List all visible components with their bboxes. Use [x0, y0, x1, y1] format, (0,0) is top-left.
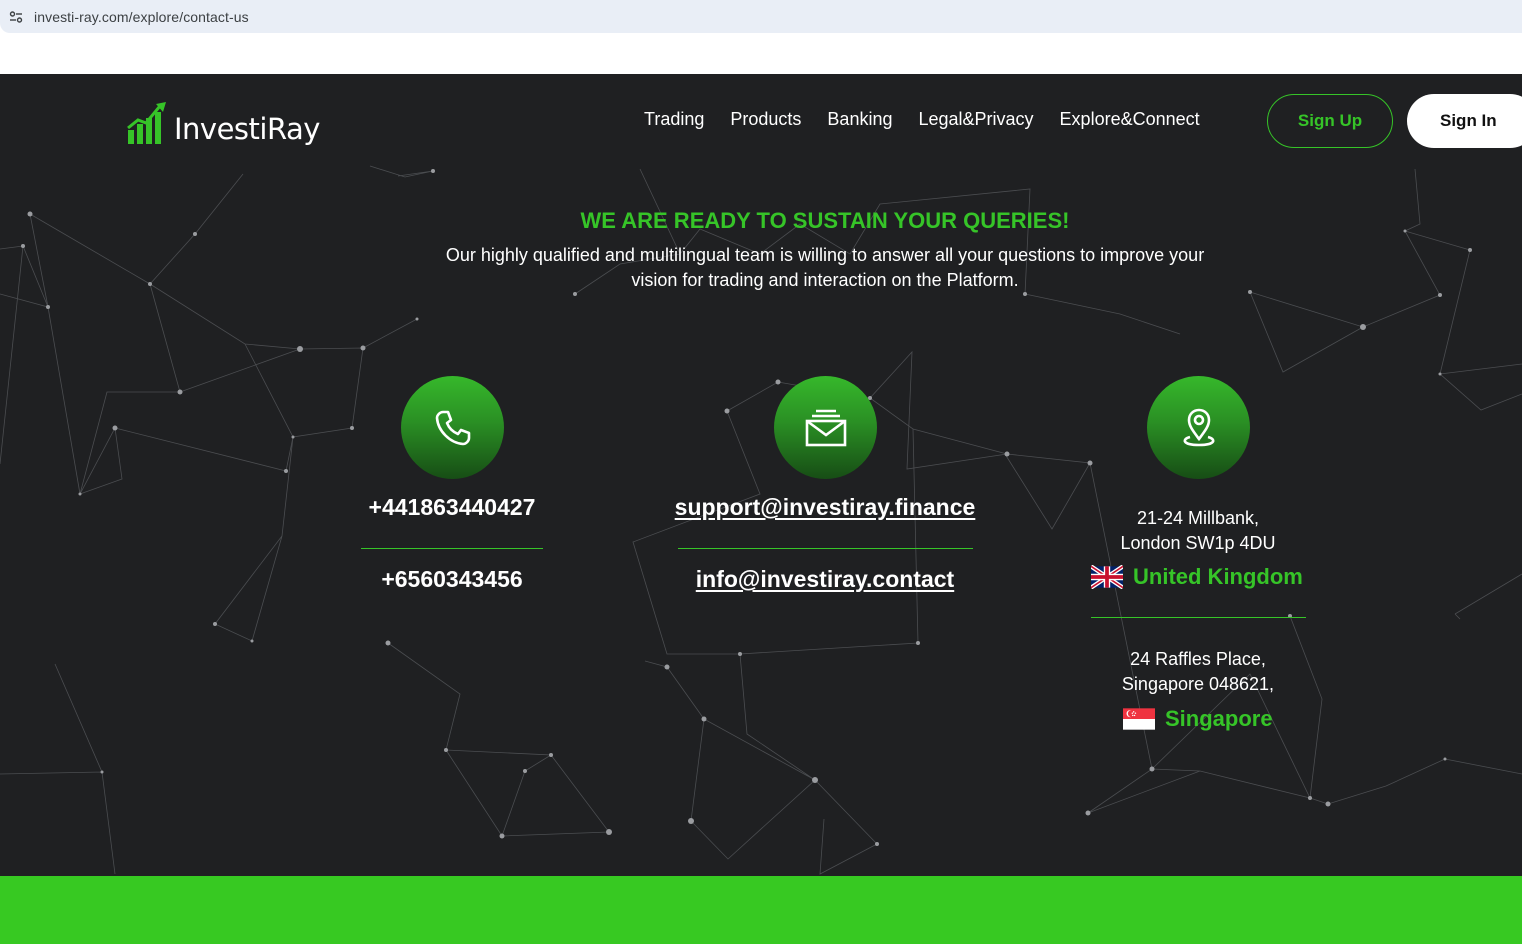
logo-chart-icon: [127, 102, 166, 144]
main-nav: Trading Products Banking Legal&Privacy E…: [644, 109, 1226, 130]
office-sg-line1: 24 Raffles Place,: [1130, 649, 1266, 669]
phone-number-uk[interactable]: +441863440427: [352, 494, 552, 521]
nav-banking[interactable]: Banking: [827, 109, 892, 130]
nav-products[interactable]: Products: [730, 109, 801, 130]
office-uk-country: United Kingdom: [1091, 564, 1303, 590]
hero-subtitle: Our highly qualified and multilingual te…: [445, 245, 1205, 290]
logo-text: InvestiRay: [174, 112, 320, 146]
tune-icon[interactable]: [8, 9, 24, 25]
browser-gap: [0, 33, 1522, 74]
location-pin-icon: [1147, 376, 1250, 479]
singapore-flag-icon: [1123, 708, 1155, 730]
phone-divider: [361, 548, 543, 549]
location-divider: [1091, 617, 1306, 618]
sign-in-button[interactable]: Sign In: [1407, 94, 1522, 148]
url-text[interactable]: investi-ray.com/explore/contact-us: [34, 9, 249, 25]
office-sg-address: 24 Raffles Place, Singapore 048621,: [1098, 647, 1298, 697]
office-sg-line2: Singapore 048621,: [1121, 674, 1275, 694]
phone-icon: [401, 376, 504, 479]
nav-legal-privacy[interactable]: Legal&Privacy: [918, 109, 1033, 130]
nav-trading[interactable]: Trading: [644, 109, 704, 130]
country-singapore: Singapore: [1165, 706, 1273, 731]
country-uk: United Kingdom: [1133, 564, 1303, 589]
hero-title: WE ARE READY TO SUSTAIN YOUR QUERIES!: [580, 208, 1070, 233]
sign-up-button[interactable]: Sign Up: [1267, 94, 1393, 148]
address-bar[interactable]: investi-ray.com/explore/contact-us: [0, 0, 1522, 33]
email-info-link[interactable]: info@investiray.contact: [660, 566, 990, 593]
contact-page: InvestiRay Trading Products Banking Lega…: [0, 74, 1522, 944]
uk-flag-icon: [1091, 565, 1123, 589]
investiray-logo[interactable]: InvestiRay: [126, 94, 320, 146]
footer-green-bar: [0, 876, 1522, 944]
email-support-link[interactable]: support@investiray.finance: [660, 494, 990, 521]
phone-number-sg[interactable]: +6560343456: [352, 566, 552, 593]
office-uk-address: 21-24 Millbank, London SW1p 4DU: [1098, 506, 1298, 556]
office-uk-line1: 21-24 Millbank,: [1136, 508, 1260, 528]
email-divider: [678, 548, 973, 549]
mail-icon: [774, 376, 877, 479]
nav-explore-connect[interactable]: Explore&Connect: [1060, 109, 1200, 130]
office-uk-line2: London SW1p 4DU: [1120, 533, 1276, 553]
office-sg-country: Singapore: [1123, 706, 1273, 732]
